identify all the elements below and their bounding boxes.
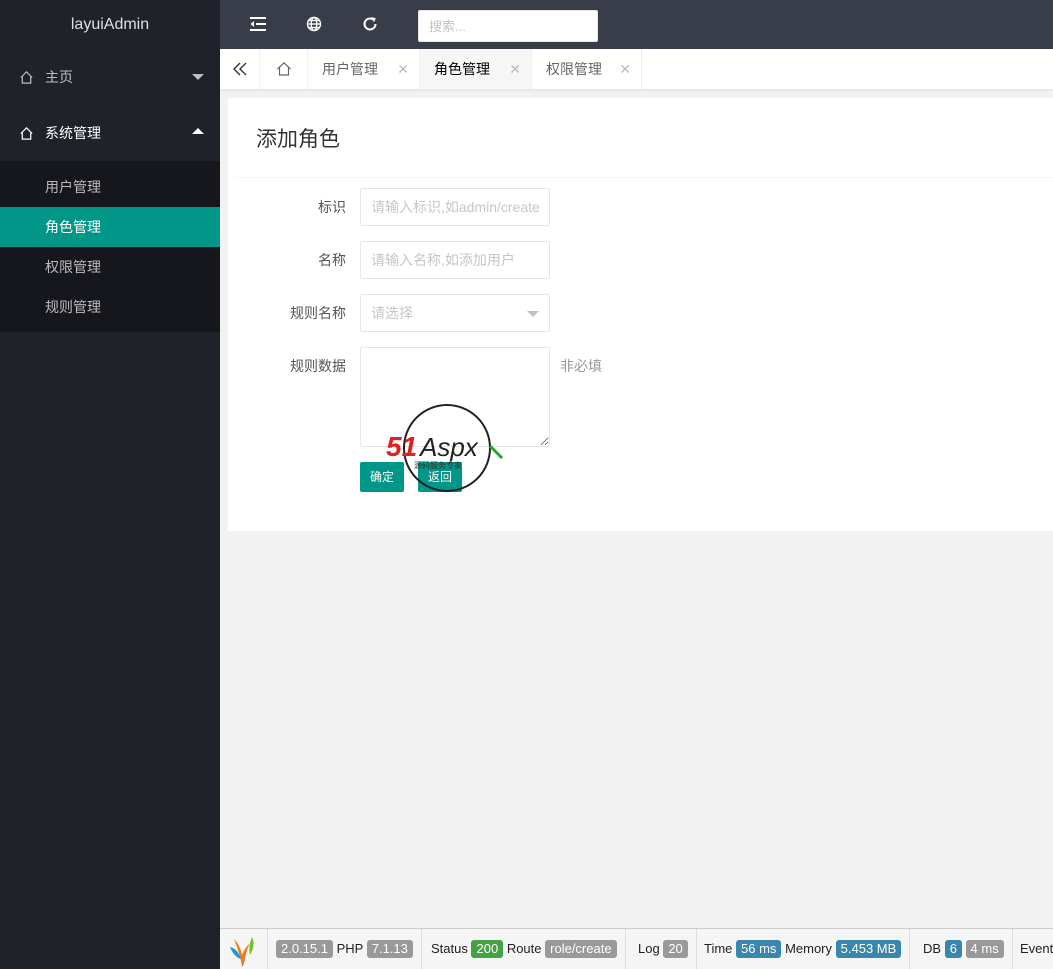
refresh-icon[interactable]	[360, 14, 380, 34]
page-tabs: 用户管理 ✕ 角色管理 ✕ 权限管理 ✕	[220, 49, 1053, 90]
db-count-badge: 6	[944, 940, 962, 958]
event-label: Event	[1020, 941, 1053, 956]
app-logo[interactable]: layuiAdmin	[0, 0, 220, 49]
nav-item-home-label: 主页	[45, 69, 73, 85]
tab-home[interactable]	[260, 49, 308, 89]
menu-collapse-icon[interactable]	[248, 14, 268, 34]
form-row-rule-data: 规则数据 非必填	[228, 347, 648, 447]
tab-permissions[interactable]: 权限管理 ✕	[532, 49, 642, 89]
debug-performance[interactable]: Time 56 ms Memory 5.453 MB	[696, 929, 911, 969]
php-label: PHP	[336, 941, 364, 956]
status-label: Status	[431, 941, 468, 956]
memory-badge: 5.453 MB	[835, 940, 902, 958]
chevron-down-icon	[192, 74, 204, 80]
log-label: Log	[638, 941, 660, 956]
php-version-badge: 7.1.13	[366, 940, 413, 958]
debug-log[interactable]: Log 20	[630, 929, 697, 969]
time-badge: 56 ms	[736, 940, 782, 958]
chevron-down-icon	[527, 311, 539, 317]
identifier-label: 标识	[318, 199, 346, 215]
form-row-name: 名称	[228, 241, 628, 279]
sidebar: layuiAdmin 主页 系统管理 用户管理 角色管理 权限管理 规则管理	[0, 0, 220, 969]
db-label: DB	[923, 941, 942, 956]
name-input[interactable]	[360, 241, 550, 279]
subnav-system: 用户管理 角色管理 权限管理 规则管理	[0, 161, 220, 332]
debug-event[interactable]: Event	[1012, 929, 1053, 969]
debug-version[interactable]: 2.0.15.1 PHP 7.1.13	[268, 929, 422, 969]
close-icon[interactable]: ✕	[619, 49, 631, 89]
sidebar-item-permissions[interactable]: 权限管理	[0, 247, 220, 287]
tabs-scroll-left-button[interactable]	[220, 49, 260, 89]
home-icon	[276, 61, 291, 76]
rule-name-select-placeholder: 请选择	[371, 305, 413, 321]
name-label: 名称	[318, 252, 346, 268]
rule-data-label: 规则数据	[290, 358, 346, 374]
rule-data-textarea[interactable]	[360, 347, 550, 447]
yii-version-badge: 2.0.15.1	[276, 940, 333, 958]
status-badge: 200	[471, 940, 504, 958]
log-badge: 20	[663, 940, 688, 958]
sidebar-item-users[interactable]: 用户管理	[0, 167, 220, 207]
page-title: 添加角色	[234, 98, 1053, 178]
tab-label: 用户管理	[322, 61, 378, 77]
nav-item-system[interactable]: 系统管理	[0, 105, 220, 161]
form-row-identifier: 标识	[228, 188, 628, 226]
tab-roles[interactable]: 角色管理 ✕	[420, 49, 532, 89]
nav-item-system-label: 系统管理	[45, 125, 101, 141]
double-chevron-left-icon	[232, 62, 246, 76]
submit-button[interactable]: 确定	[360, 462, 405, 492]
route-label: Route	[506, 941, 542, 956]
tab-users[interactable]: 用户管理 ✕	[308, 49, 420, 89]
identifier-input[interactable]	[360, 188, 550, 226]
globe-icon[interactable]	[304, 14, 324, 34]
db-time-badge: 4 ms	[965, 940, 1004, 958]
form-row-rule-name: 规则名称 请选择	[228, 294, 628, 332]
nav-item-home[interactable]: 主页	[0, 49, 220, 105]
home-icon	[19, 49, 35, 105]
form-card: 添加角色 标识 名称 规则名称 请选择 规则数据 非必填 确定 返回	[228, 98, 1053, 531]
memory-label: Memory	[785, 941, 833, 956]
yii-logo[interactable]	[220, 929, 268, 969]
route-badge: role/create	[545, 940, 617, 958]
time-label: Time	[704, 941, 733, 956]
sidebar-item-rules[interactable]: 规则管理	[0, 287, 220, 327]
back-button[interactable]: 返回	[418, 462, 463, 492]
tab-label: 权限管理	[546, 61, 602, 77]
debug-toolbar: 2.0.15.1 PHP 7.1.13 Status 200 Route rol…	[220, 928, 1053, 969]
close-icon[interactable]: ✕	[397, 49, 409, 89]
tab-label: 角色管理	[434, 61, 490, 77]
top-header	[220, 0, 1053, 49]
chevron-up-icon	[192, 128, 204, 134]
close-icon[interactable]: ✕	[509, 49, 521, 89]
sidebar-item-roles[interactable]: 角色管理	[0, 207, 220, 247]
optional-hint: 非必填	[560, 358, 602, 374]
home-icon	[19, 105, 35, 161]
search-input[interactable]	[418, 10, 598, 42]
debug-db[interactable]: DB 6 4 ms	[915, 929, 1013, 969]
form-actions: 确定 返回	[228, 462, 628, 492]
rule-name-select[interactable]: 请选择	[360, 294, 550, 332]
rule-name-label: 规则名称	[290, 305, 346, 321]
debug-request[interactable]: Status 200 Route role/create	[423, 929, 626, 969]
yii-logo-icon	[230, 937, 254, 967]
